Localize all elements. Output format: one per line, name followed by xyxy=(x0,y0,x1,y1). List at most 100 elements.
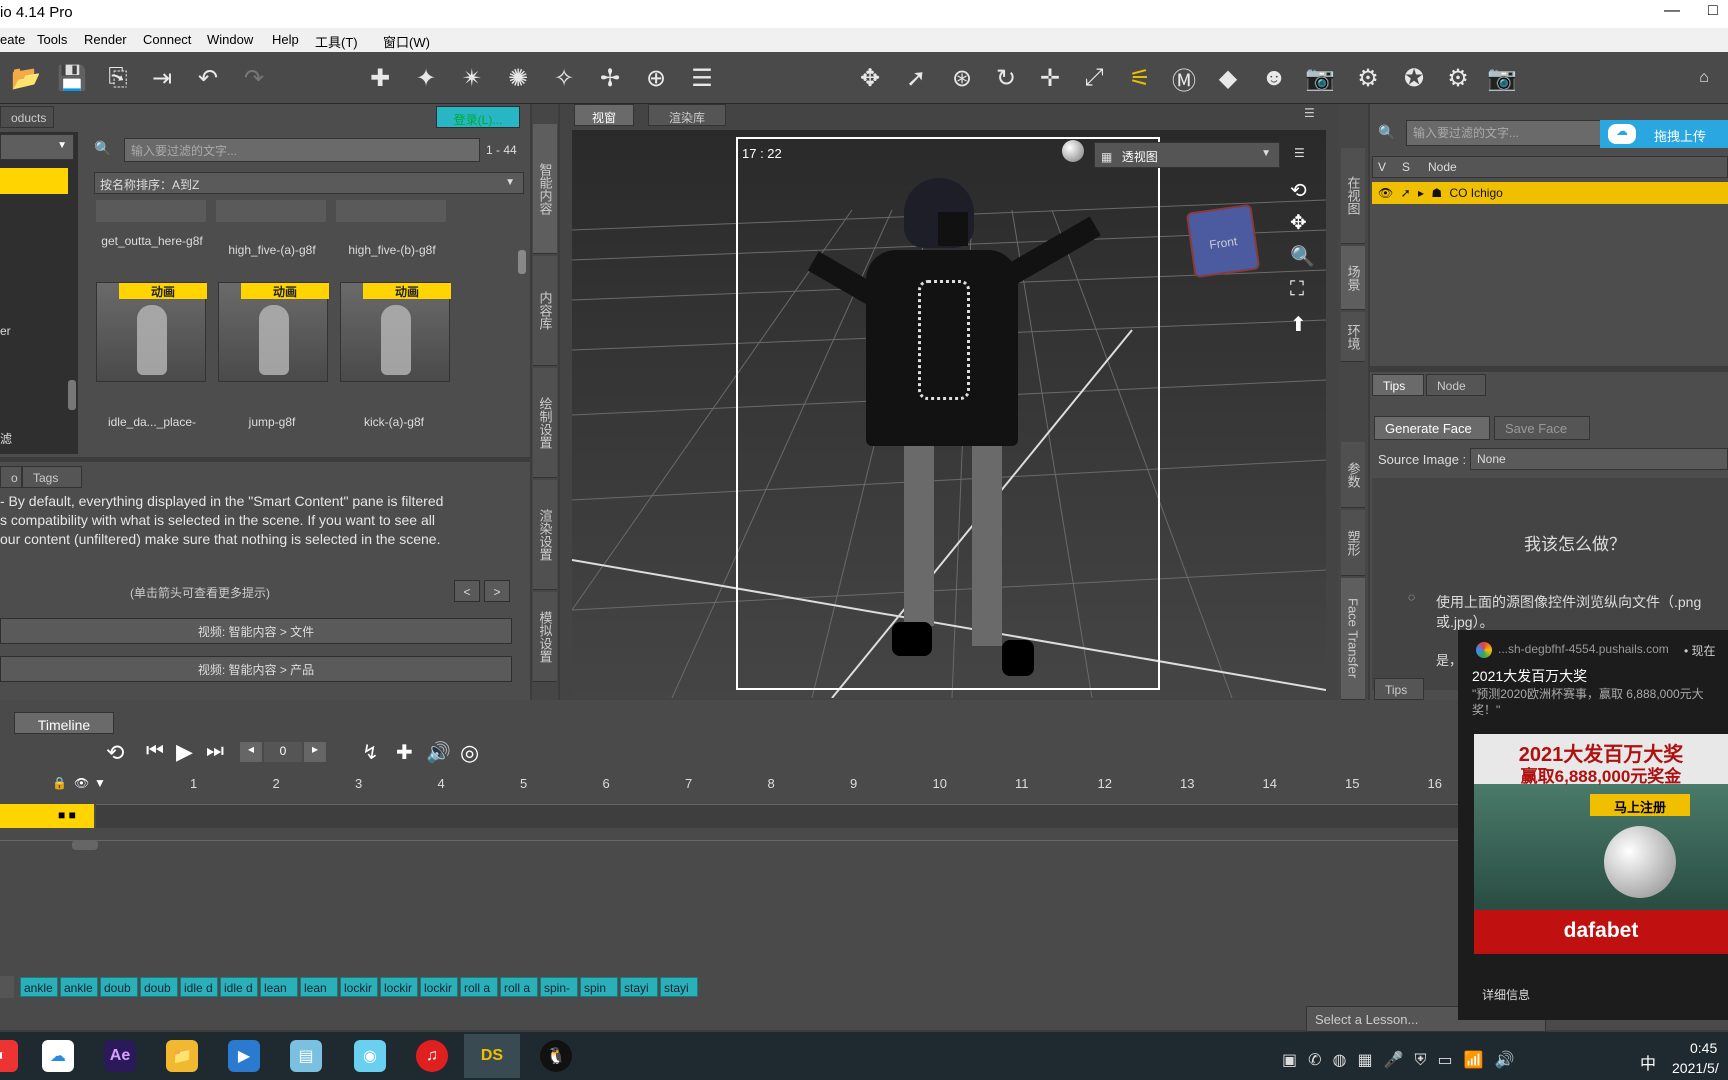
menu-connect[interactable]: Connect xyxy=(143,32,191,47)
menu-window[interactable]: Window xyxy=(207,32,253,47)
pose-chip[interactable]: ankle xyxy=(20,977,58,997)
prev-tip-button[interactable]: < xyxy=(454,580,480,602)
col-visible[interactable]: V xyxy=(1378,160,1386,174)
timeline-track-label[interactable]: ■ ■ xyxy=(0,804,94,828)
maximize-button[interactable]: □ xyxy=(1708,2,1718,20)
source-image-select[interactable]: None xyxy=(1470,448,1728,470)
notification-details[interactable]: 详细信息 xyxy=(1482,986,1530,1003)
asset-thumb-jump[interactable]: 动画 xyxy=(218,282,329,382)
joint-editor-icon[interactable]: ⚟ xyxy=(1122,60,1158,96)
tab-products[interactable]: oducts xyxy=(0,106,54,128)
menu-help[interactable]: Help xyxy=(272,32,299,47)
view-cube[interactable]: Front xyxy=(1185,203,1261,279)
taskbar-media-player-icon[interactable]: ▶ xyxy=(228,1040,260,1072)
pose-chip[interactable]: roll a xyxy=(500,977,538,997)
keyframe-tool-icon[interactable]: ↯ xyxy=(362,740,379,765)
tab-tips[interactable]: Tips xyxy=(1372,374,1424,396)
select-tool-icon[interactable]: ➚ xyxy=(898,60,934,96)
view-dropdown[interactable]: ▦ 透视图 ▼ xyxy=(1094,142,1280,168)
lock-icon[interactable]: 🔒 xyxy=(52,776,67,790)
tab-tips-bottom[interactable]: Tips xyxy=(1374,678,1424,700)
scale-tool-icon[interactable]: ⤢ xyxy=(1076,60,1112,96)
viewport-menu-icon[interactable]: ☰ xyxy=(1304,106,1315,120)
tab-info[interactable]: o xyxy=(0,466,22,488)
eye-icon[interactable]: 👁 xyxy=(74,776,89,790)
pose-chip[interactable]: idle d xyxy=(220,977,258,997)
vtab-parameters[interactable]: 参数 xyxy=(1341,442,1365,508)
shading-sphere-icon[interactable] xyxy=(1062,140,1084,162)
taskbar-daz-studio-icon[interactable]: DS xyxy=(464,1034,520,1078)
figure-tool-icon[interactable]: ☻ xyxy=(1256,60,1292,96)
pose-chip[interactable]: doub xyxy=(140,977,178,997)
zoom-icon[interactable]: 🔍 xyxy=(1290,244,1315,269)
render-icon[interactable]: 📷 xyxy=(1484,60,1520,96)
category-item[interactable]: 滤 xyxy=(0,430,12,447)
clock-date[interactable]: 2021/5/ xyxy=(1672,1060,1719,1076)
prev-frame-button[interactable]: ◂ xyxy=(240,742,262,762)
taskbar-netease-music-icon[interactable]: ♫ xyxy=(416,1040,448,1072)
next-frame-button[interactable]: ▸ xyxy=(304,742,326,762)
taskbar-app-icon[interactable]: ◐ xyxy=(0,1040,18,1072)
chip-scroll[interactable] xyxy=(0,976,14,998)
taskbar-archive-icon[interactable]: ▤ xyxy=(290,1040,322,1072)
node-select-icon[interactable]: ⊛ xyxy=(944,60,980,96)
pose-chip[interactable]: idle d xyxy=(180,977,218,997)
pose-chip[interactable]: lockir xyxy=(420,977,458,997)
category-selected[interactable] xyxy=(0,168,68,194)
pose-chip[interactable]: doub xyxy=(100,977,138,997)
scene-filter-input[interactable]: 输入要过滤的文字... xyxy=(1406,120,1602,146)
distant-light-icon[interactable]: ✴ xyxy=(454,60,490,96)
cursor-icon[interactable]: ➚ xyxy=(1401,186,1411,200)
undo-icon[interactable]: ↶ xyxy=(190,60,226,96)
viewport-options-icon[interactable]: ☰ xyxy=(1294,146,1305,160)
frame-icon[interactable]: ⛶ xyxy=(1290,278,1304,301)
render-camera-icon[interactable]: 📷 xyxy=(1302,60,1338,96)
add-key-icon[interactable]: ✚ xyxy=(396,740,413,765)
tab-generate-face[interactable]: Generate Face xyxy=(1374,416,1490,440)
asset-thumb[interactable] xyxy=(336,200,446,222)
category-scrollbar[interactable] xyxy=(68,380,76,410)
camera-add-icon[interactable]: ✚ xyxy=(362,60,398,96)
skip-end-icon[interactable]: ⏭ xyxy=(206,740,224,763)
group-node-icon[interactable]: ⊕ xyxy=(638,60,674,96)
system-tray-icons[interactable]: ▣✆◍▦🎤⛨▭📶🔊 xyxy=(1282,1050,1526,1070)
menu-tools-cn[interactable]: 工具(T) xyxy=(315,32,358,51)
render-settings-icon[interactable]: ⚙ xyxy=(1350,60,1386,96)
pose-chip[interactable]: lockir xyxy=(380,977,418,997)
merge-icon[interactable]: ⎘ xyxy=(100,60,136,96)
save-icon[interactable]: 💾 xyxy=(54,60,90,96)
vtab-draw-settings[interactable]: 绘制设置 xyxy=(533,368,557,478)
ime-indicator[interactable]: 中 xyxy=(1640,1050,1656,1074)
taskbar-explorer-icon[interactable]: 📁 xyxy=(166,1040,198,1072)
translate-tool-icon[interactable]: ✛ xyxy=(1032,60,1068,96)
asset-thumb[interactable] xyxy=(96,200,206,222)
loop-icon[interactable]: ⟲ xyxy=(106,740,124,766)
reset-view-icon[interactable]: ⬆ xyxy=(1290,312,1307,337)
menu-tools[interactable]: Tools xyxy=(37,32,67,47)
pose-chip[interactable]: ankle xyxy=(60,977,98,997)
taskbar-image-viewer-icon[interactable]: ◉ xyxy=(354,1040,386,1072)
taskbar-baidu-netdisk-icon[interactable]: ☁ xyxy=(42,1040,74,1072)
tab-node[interactable]: Node xyxy=(1426,374,1486,396)
vtab-render-settings[interactable]: 渲染设置 xyxy=(533,480,557,590)
asset-scrollbar[interactable] xyxy=(518,250,526,274)
sort-dropdown[interactable]: 按名称排序：A到Z ▼ xyxy=(94,172,524,194)
play-icon[interactable]: ▶ xyxy=(176,739,193,765)
pose-chip[interactable]: lockir xyxy=(340,977,378,997)
pose-chip[interactable]: stayi xyxy=(620,977,658,997)
align-icon[interactable]: ☰ xyxy=(684,60,720,96)
vtab-face-transfer[interactable]: Face Transfer xyxy=(1341,578,1365,700)
pose-chip[interactable]: spin xyxy=(580,977,618,997)
category-dropdown[interactable]: ▼ xyxy=(0,134,74,160)
vtab-simulation-settings[interactable]: 模拟设置 xyxy=(533,592,557,682)
ad-register-button[interactable]: 马上注册 xyxy=(1590,794,1690,816)
col-node[interactable]: Node xyxy=(1428,160,1457,174)
morph-tool-icon[interactable]: Ⓜ xyxy=(1166,60,1202,96)
scene-node-row[interactable]: 👁 ➚ ▸ ☗ CO Ichigo xyxy=(1372,182,1728,204)
tab-save-face[interactable]: Save Face xyxy=(1494,416,1590,440)
tab-tags[interactable]: Tags xyxy=(22,466,82,488)
menu-render[interactable]: Render xyxy=(84,32,127,47)
pose-chip[interactable]: lean xyxy=(300,977,338,997)
target-icon[interactable]: ◎ xyxy=(460,740,479,766)
vtab-scene[interactable]: 场景 xyxy=(1341,246,1365,310)
